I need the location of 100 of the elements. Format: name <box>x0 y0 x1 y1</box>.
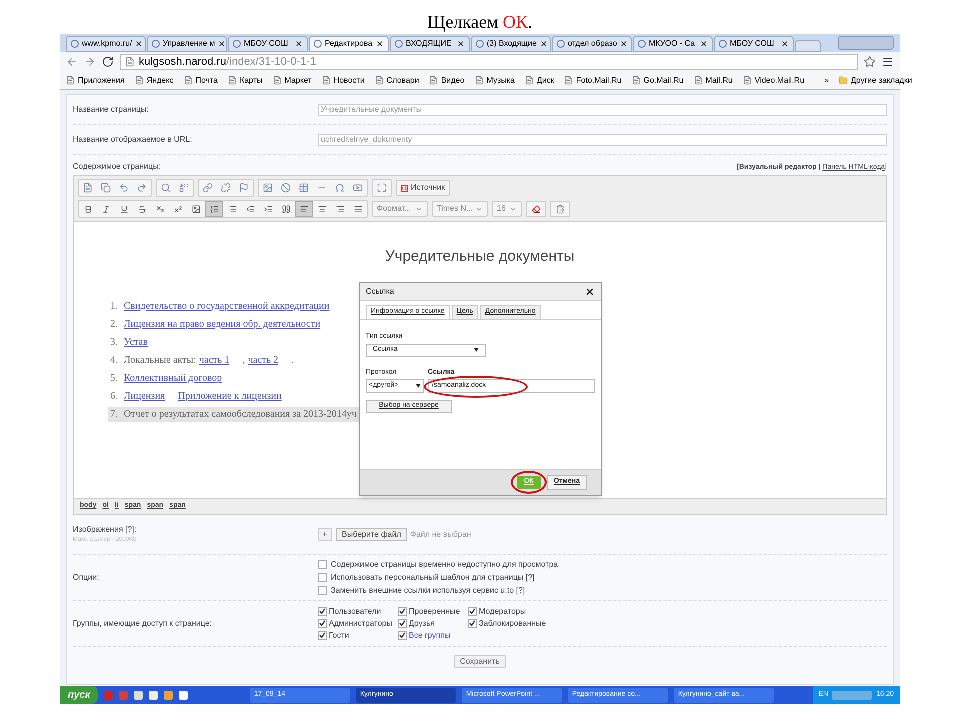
checkbox[interactable] <box>318 586 327 595</box>
close-icon[interactable] <box>540 40 548 48</box>
checkbox[interactable] <box>398 607 407 616</box>
checkbox[interactable] <box>398 619 407 628</box>
close-icon[interactable] <box>457 40 465 48</box>
checkbox[interactable] <box>318 560 327 569</box>
format-icon <box>210 204 218 214</box>
close-icon[interactable] <box>218 40 226 48</box>
link[interactable]: Устав <box>124 334 148 350</box>
browser-tab[interactable]: отдел образо <box>552 36 632 52</box>
group-label: Модераторы <box>479 606 526 618</box>
list-item-text: . <box>292 354 294 368</box>
bookmark[interactable]: Диск <box>524 74 554 86</box>
close-icon[interactable] <box>781 40 789 48</box>
start-button[interactable]: пуск <box>60 686 98 704</box>
group-label: Проверенные <box>409 606 460 618</box>
checkbox[interactable] <box>468 619 477 628</box>
bookmark[interactable]: Словари <box>374 74 420 86</box>
format-icon <box>192 204 200 214</box>
link[interactable]: Приложение к лицензии <box>178 388 282 404</box>
browser-tab[interactable]: ВХОДЯЩИЕ <box>390 36 470 52</box>
toolbar-icon <box>281 183 291 193</box>
list-number: 2. <box>110 318 118 332</box>
checkbox[interactable] <box>398 631 407 640</box>
field-label: Название страницы: <box>73 104 150 116</box>
close-icon[interactable] <box>135 40 144 48</box>
format-icon <box>84 204 92 214</box>
close-icon[interactable] <box>585 286 595 296</box>
reload-icon[interactable] <box>102 56 114 68</box>
group-label: Пользователи <box>329 606 382 618</box>
browser-tab[interactable]: МБОУ СОШ <box>714 36 794 52</box>
checkbox[interactable] <box>318 619 327 628</box>
list-number: 3. <box>110 336 118 350</box>
format-icon <box>336 204 344 214</box>
bookmark[interactable]: Новости <box>322 74 365 86</box>
add-button[interactable]: + <box>318 528 332 541</box>
checkbox[interactable] <box>468 607 477 616</box>
field-label: Группы, имеющие доступ к странице: <box>73 618 214 630</box>
bookmark[interactable]: Mail.Ru <box>694 74 733 86</box>
toolbar-icon <box>377 183 387 193</box>
bookmark[interactable]: Приложения <box>66 74 125 86</box>
browser-tab[interactable]: МБОУ СОШ <box>228 36 308 52</box>
checkbox[interactable] <box>318 631 327 640</box>
browser-tab[interactable]: Управление м <box>147 36 227 52</box>
list-number: 4. <box>110 354 118 368</box>
more-bookmarks[interactable]: » <box>824 74 829 86</box>
link[interactable]: часть 2 <box>248 352 279 368</box>
checkbox[interactable] <box>318 573 327 582</box>
format-icon <box>156 204 164 214</box>
group-link[interactable]: Все группы <box>409 630 451 642</box>
bookmark[interactable]: Video.Mail.Ru <box>742 74 805 86</box>
eraser-icon <box>532 204 540 214</box>
format-icon <box>282 204 290 214</box>
bookmark-star-icon[interactable] <box>864 56 876 68</box>
format-button[interactable] <box>205 201 223 217</box>
checkbox[interactable] <box>318 607 327 616</box>
address-field[interactable]: kulgsosh.narod.ru/index/31-10-0-1-1 <box>120 54 858 70</box>
browser-tab[interactable]: www.kpmo.ru/ <box>66 36 146 52</box>
format-icon <box>354 204 362 214</box>
menu-icon[interactable] <box>882 56 894 68</box>
toolbar-icon <box>221 183 231 193</box>
background-color-button[interactable] <box>550 201 570 217</box>
browser-tab[interactable]: (3) Входящие <box>471 36 551 52</box>
list-number: 6. <box>110 390 118 404</box>
chevron-down-icon <box>476 206 483 212</box>
option-label: Заменить внешние ссылки используя сервис u.to [?] <box>331 584 526 596</box>
forward-icon[interactable] <box>84 56 96 68</box>
list-number: 1. <box>110 300 118 314</box>
format-icon <box>300 204 308 214</box>
bookmark[interactable]: Карты <box>228 74 263 86</box>
source-button[interactable]: Источник <box>396 180 450 196</box>
bookmark[interactable]: Go.Mail.Ru <box>632 74 684 86</box>
format-icon <box>228 204 236 214</box>
bookmark[interactable]: Почта <box>184 74 218 86</box>
text-color-button[interactable] <box>526 201 546 217</box>
bookmark[interactable]: Яндекс <box>134 74 174 86</box>
dialog-title: Ссылка <box>366 286 394 298</box>
file-button[interactable]: Выберите файл <box>336 528 408 541</box>
browser-tab[interactable]: Редактирова <box>309 36 389 52</box>
link[interactable]: часть 1 <box>199 352 230 368</box>
bookmark-folder[interactable]: Другие закладки <box>838 74 912 86</box>
bookmark[interactable]: Видео <box>429 74 465 86</box>
close-icon[interactable] <box>620 40 628 48</box>
bookmark[interactable]: Маркет <box>272 74 312 86</box>
link[interactable]: Лицензия на право ведения обр. деятельности <box>124 316 321 332</box>
link[interactable]: Свидетельство о государственной аккредитации <box>124 298 330 314</box>
back-icon[interactable] <box>66 56 78 68</box>
close-icon[interactable] <box>376 40 384 48</box>
group-label: Гости <box>329 630 350 642</box>
format-button[interactable] <box>295 201 313 217</box>
browser-tab[interactable]: МКУОО - Са <box>633 36 713 52</box>
bookmark[interactable]: Музыка <box>474 74 515 86</box>
code-icon <box>401 184 408 192</box>
bookmark[interactable]: Foto.Mail.Ru <box>564 74 622 86</box>
close-icon[interactable] <box>295 40 303 48</box>
toolbar-icon <box>353 183 363 193</box>
link[interactable]: Лицензия <box>124 388 166 404</box>
link[interactable]: Коллективный договор <box>124 370 222 386</box>
save-button[interactable]: Сохранить <box>454 655 506 668</box>
close-icon[interactable] <box>700 40 708 48</box>
